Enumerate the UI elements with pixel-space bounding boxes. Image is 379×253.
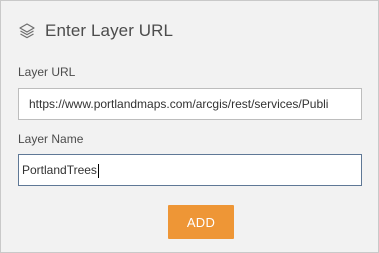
layer-url-label: Layer URL	[18, 65, 76, 79]
add-button[interactable]: ADD	[168, 205, 234, 239]
layer-name-input[interactable]: PortlandTrees	[18, 154, 362, 186]
panel-header: Enter Layer URL	[18, 20, 173, 42]
layer-name-label: Layer Name	[18, 132, 84, 146]
layer-name-value: PortlandTrees	[22, 163, 97, 177]
text-caret	[97, 163, 99, 178]
enter-layer-url-panel: Enter Layer URL Layer URL https://www.po…	[0, 0, 379, 253]
layer-url-input[interactable]: https://www.portlandmaps.com/arcgis/rest…	[18, 88, 362, 120]
layers-icon	[18, 22, 36, 40]
panel-title: Enter Layer URL	[45, 21, 174, 40]
